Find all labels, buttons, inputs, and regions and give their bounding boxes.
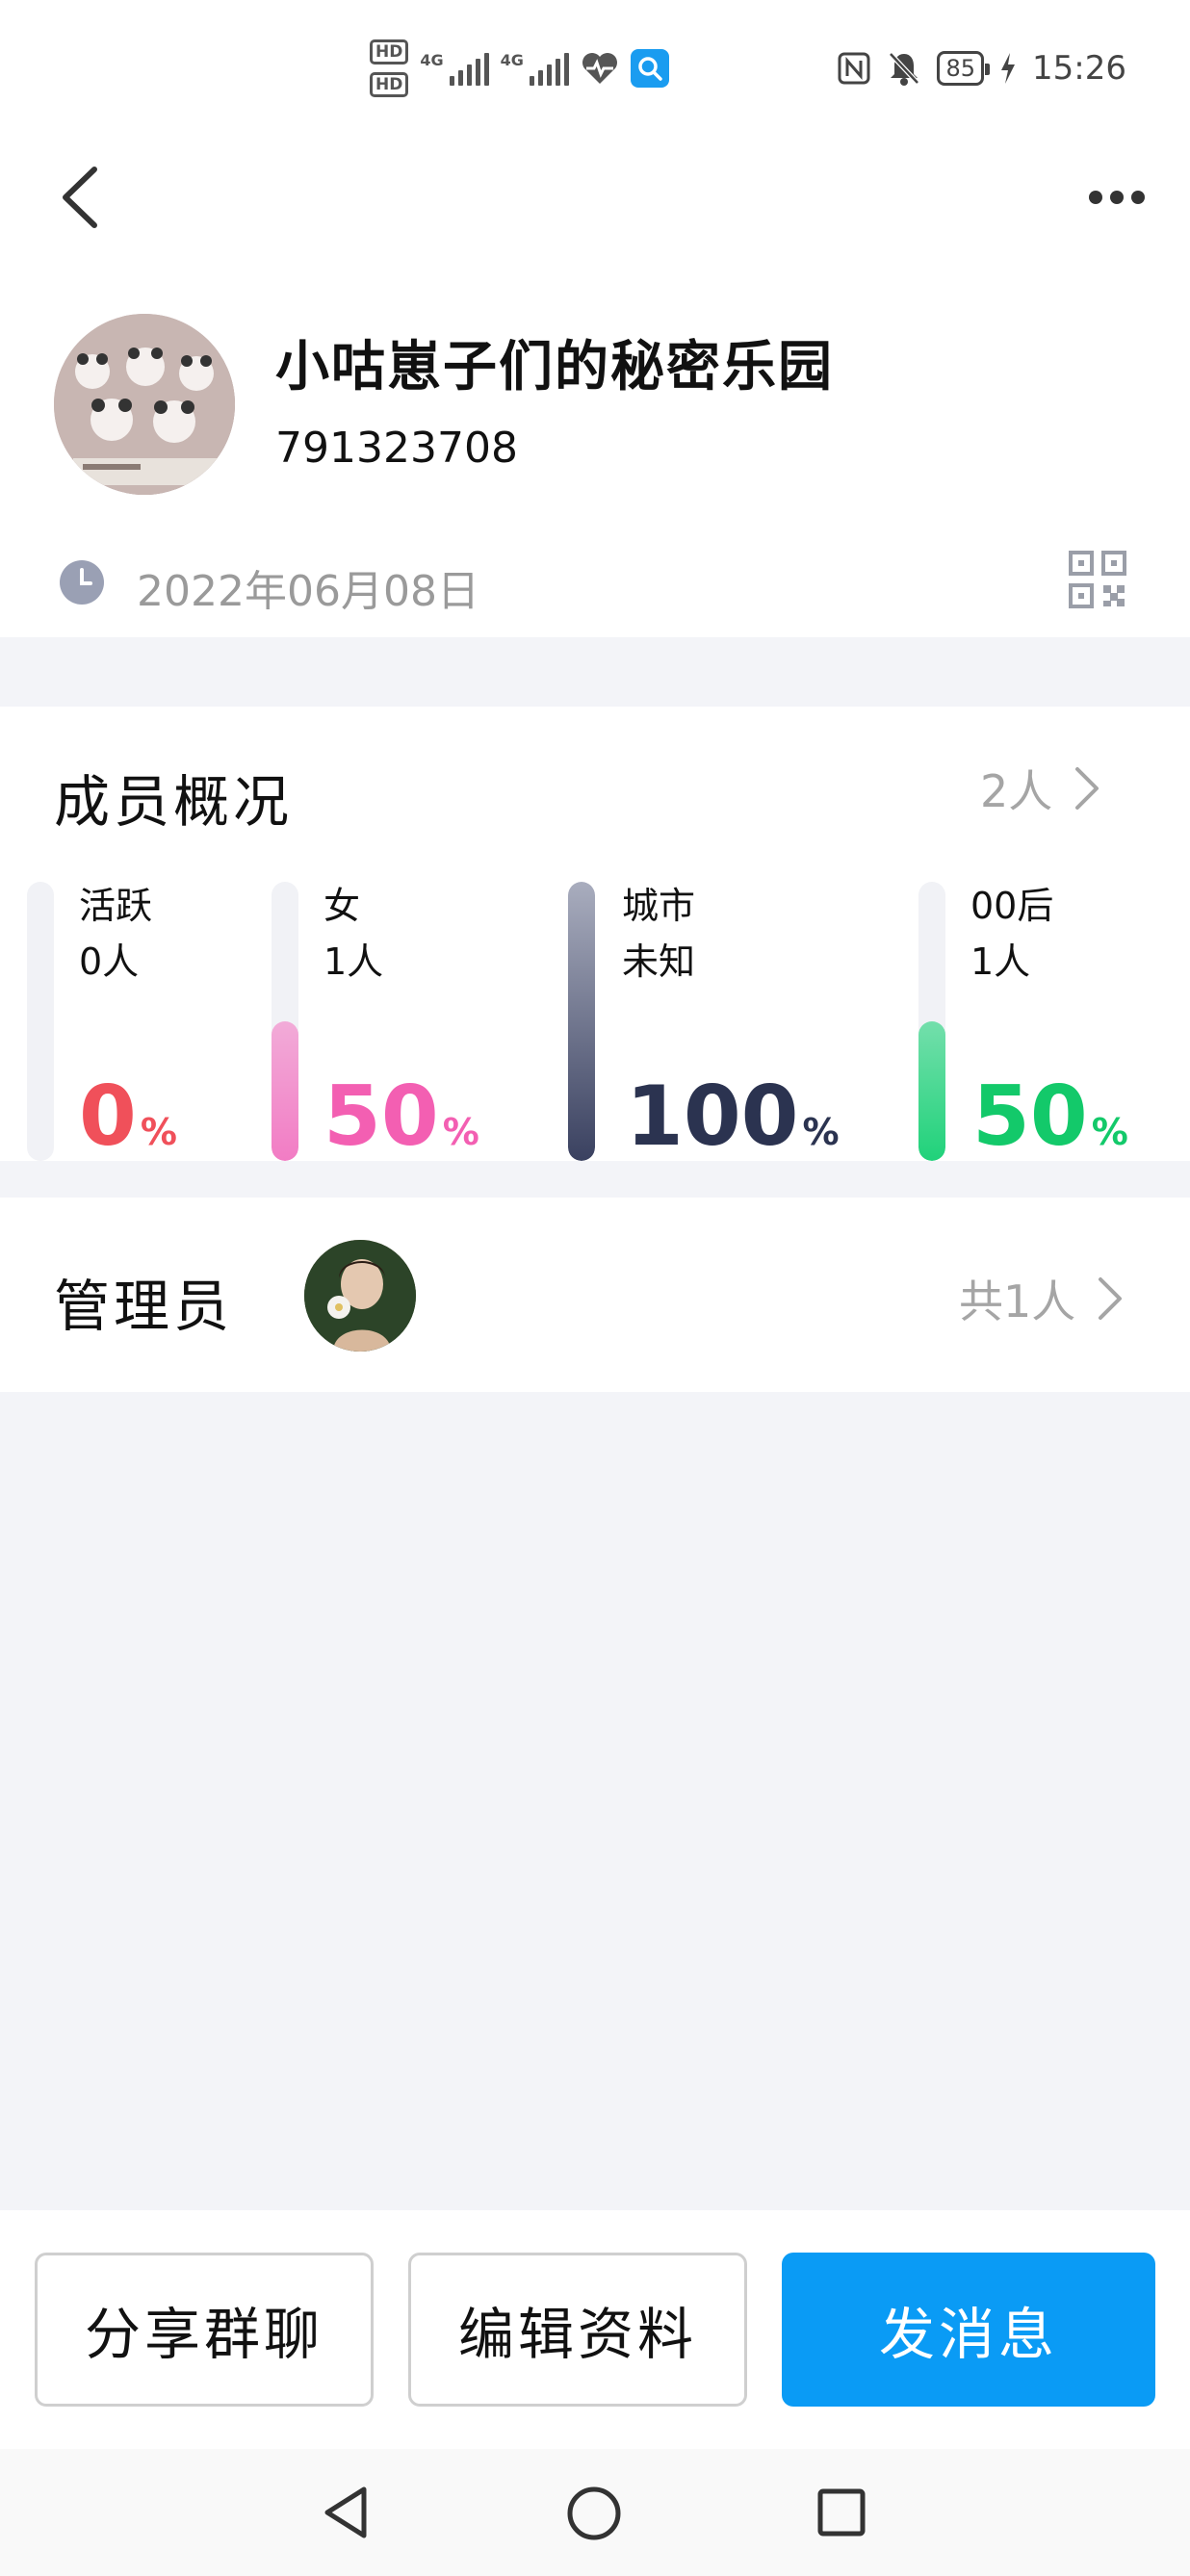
stat-bar [272,882,298,1161]
stat-value: 未知 [622,940,696,983]
hd2-badge: HD [370,72,409,97]
edit-profile-button[interactable]: 编辑资料 [408,2253,747,2407]
stat-label: 00后 [970,885,1054,927]
signal-1-icon: 4G [420,51,489,86]
admin-avatar[interactable] [304,1240,416,1352]
back-button[interactable] [58,154,135,241]
signal-2-icon: 4G [501,51,569,86]
clock-time: 15:26 [1032,49,1126,88]
charging-icon [1001,53,1016,84]
stat-label: 女 [323,885,361,927]
battery-indicator: 85 [937,51,990,86]
chevron-left-icon [63,167,97,228]
status-bar-right: 85 15:26 [837,44,1126,92]
mute-bell-icon [889,52,920,86]
member-count: 2人 [980,765,1053,817]
stat-bar-fill [272,1021,298,1161]
hd-indicators: HD HD [370,39,409,97]
person-photo-icon [304,1240,416,1352]
stat-value: 1人 [970,940,1031,983]
send-message-button[interactable]: 发消息 [782,2253,1155,2407]
stat-percent: 50% [972,1069,1128,1165]
panda-photo-icon [54,314,235,495]
stat-percent: 50% [323,1069,479,1165]
share-group-button[interactable]: 分享群聊 [35,2253,374,2407]
chevron-right-icon [1099,1277,1123,1320]
qr-code-icon[interactable] [1069,551,1126,608]
stat-bar [918,882,945,1161]
admin-count: 共1人 [959,1275,1076,1327]
hd1-badge: HD [370,39,409,64]
more-dot-icon [1089,191,1102,204]
nav-recents-icon[interactable] [816,2487,867,2537]
stat-value: 1人 [323,940,384,983]
nfc-icon [838,52,870,85]
group-avatar[interactable] [54,314,235,495]
stat-percent: 100% [626,1069,840,1165]
nav-back-icon[interactable] [322,2484,370,2541]
search-app-icon [630,49,669,88]
status-bar-left: HD HD 4G 4G [370,35,669,102]
nav-home-icon[interactable] [566,2486,622,2541]
stat-label: 城市 [622,885,696,927]
member-overview-title: 成员概况 [54,769,294,835]
clock-icon [60,560,104,605]
more-options-button[interactable] [1078,173,1155,221]
stat-label: 活跃 [79,885,153,927]
stat-value: 0人 [79,940,140,983]
stat-percent: 0% [79,1069,177,1165]
admin-count-link[interactable]: 共1人 [959,1267,1124,1330]
member-count-link[interactable]: 2人 [980,757,1100,820]
group-name: 小咕崽子们的秘密乐园 [275,336,834,399]
stat-bar [568,882,595,1161]
admin-title: 管理员 [54,1274,234,1339]
stat-bar [27,882,54,1161]
chevron-right-icon [1075,767,1099,810]
group-id: 791323708 [275,424,518,473]
heart-rate-icon [582,53,617,84]
stat-bar-fill [918,1021,945,1161]
created-date: 2022年06月08日 [137,567,479,616]
stat-bar-fill [568,882,595,1161]
